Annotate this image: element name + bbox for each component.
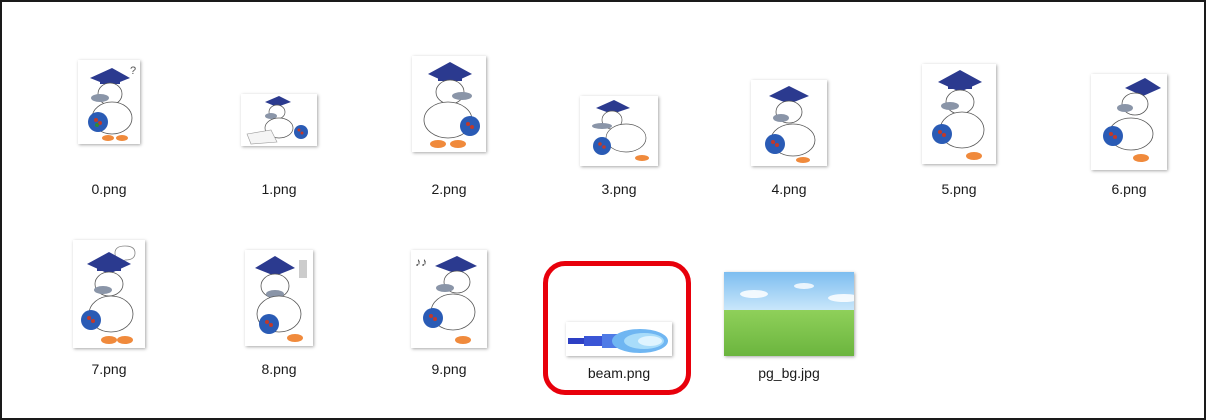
mascot-thumbnail-icon: ♪♪ — [411, 250, 487, 348]
file-thumbnail: ♪♪ — [411, 250, 487, 348]
file-thumbnail — [73, 240, 145, 348]
file-item-3[interactable]: 3.png — [554, 60, 684, 210]
file-thumbnail — [412, 56, 486, 152]
file-name-label: 6.png — [1111, 181, 1147, 197]
mascot-thumbnail-icon — [245, 250, 313, 346]
file-name-label: 2.png — [431, 181, 467, 197]
beam-thumbnail-icon — [566, 322, 672, 356]
file-item-beam[interactable]: beam.png — [554, 240, 684, 390]
file-thumbnail — [724, 272, 854, 356]
file-thumbnail — [580, 96, 658, 166]
file-name-label: 4.png — [771, 181, 807, 197]
file-item-6[interactable]: 6.png — [1064, 60, 1194, 210]
file-item-4[interactable]: 4.png — [724, 60, 854, 210]
file-name-label: 8.png — [261, 361, 297, 377]
file-item-2[interactable]: 2.png — [384, 56, 514, 210]
svg-text:♪♪: ♪♪ — [415, 255, 427, 269]
file-name-label: 1.png — [261, 181, 297, 197]
landscape-thumbnail-icon — [724, 272, 854, 356]
file-name-label: pg_bg.jpg — [758, 365, 820, 381]
file-thumbnail — [751, 80, 827, 166]
file-thumbnail — [245, 250, 313, 346]
file-item-0[interactable]: ? 0.png — [44, 60, 174, 210]
file-thumbnail — [1091, 74, 1167, 170]
mascot-thumbnail-icon — [241, 94, 317, 146]
file-thumbnail — [922, 64, 996, 164]
file-item-1[interactable]: 1.png — [214, 60, 344, 210]
file-item-8[interactable]: 8.png — [214, 240, 344, 390]
file-name-label: 7.png — [91, 361, 127, 377]
mascot-thumbnail-icon — [412, 56, 486, 152]
file-item-5[interactable]: 5.png — [894, 60, 1024, 210]
file-name-label: beam.png — [587, 365, 651, 381]
file-name-label: 3.png — [601, 181, 637, 197]
mascot-thumbnail-icon — [1091, 74, 1167, 170]
file-item-9[interactable]: ♪♪ 9.png — [384, 240, 514, 390]
file-explorer-view: ? 0.png 1.png 2.png 3.png 4.png 5.png 6.… — [0, 0, 1206, 420]
file-thumbnail — [566, 322, 672, 356]
mascot-thumbnail-icon — [751, 80, 827, 166]
file-thumbnail — [241, 94, 317, 146]
file-thumbnail: ? — [78, 60, 140, 144]
mascot-thumbnail-icon — [922, 64, 996, 164]
file-name-label: 9.png — [431, 361, 467, 377]
file-item-pg-bg[interactable]: pg_bg.jpg — [724, 240, 854, 390]
mascot-thumbnail-icon: ? — [78, 60, 140, 144]
file-name-label: 0.png — [91, 181, 127, 197]
mascot-thumbnail-icon — [73, 240, 145, 348]
svg-text:?: ? — [130, 65, 136, 77]
mascot-thumbnail-icon — [580, 96, 658, 166]
file-name-label: 5.png — [941, 181, 977, 197]
file-item-7[interactable]: 7.png — [44, 240, 174, 390]
